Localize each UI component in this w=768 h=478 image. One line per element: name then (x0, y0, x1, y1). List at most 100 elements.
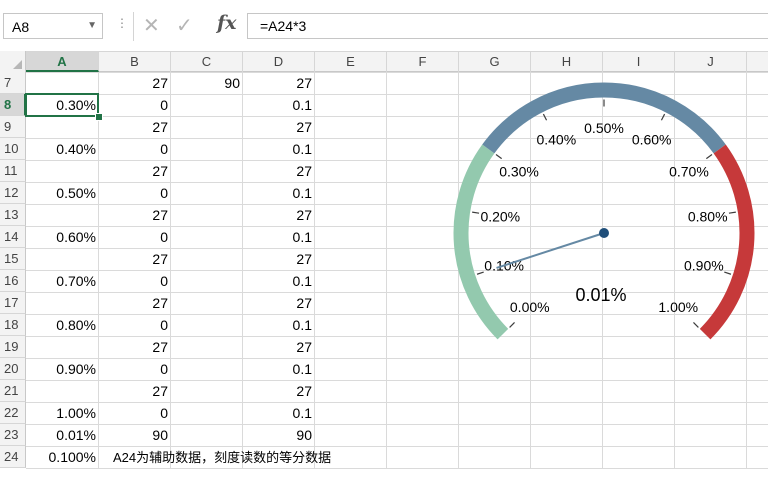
row-header-13[interactable]: 13 (0, 204, 26, 226)
cell-d11[interactable]: 27 (243, 160, 315, 182)
cell-b7[interactable]: 27 (99, 72, 171, 94)
gauge-tick-8 (728, 211, 736, 214)
cell-a16[interactable]: 0.70% (26, 270, 99, 292)
cell-d12[interactable]: 0.1 (243, 182, 315, 204)
row-header-24[interactable]: 24 (0, 446, 26, 468)
cell-d17[interactable]: 27 (243, 292, 315, 314)
cell-b16[interactable]: 0 (99, 270, 171, 292)
grid-line (386, 73, 387, 469)
cell-d13[interactable]: 27 (243, 204, 315, 226)
cell-a23[interactable]: 0.01% (26, 424, 99, 446)
row-header-15[interactable]: 15 (0, 248, 26, 270)
cell-b21[interactable]: 27 (99, 380, 171, 402)
column-header-g[interactable]: G (459, 52, 531, 72)
row-header-16[interactable]: 16 (0, 270, 26, 292)
row-header-17[interactable]: 17 (0, 292, 26, 314)
name-box[interactable]: A8 ▼ (3, 13, 103, 39)
cell-d22[interactable]: 0.1 (243, 402, 315, 424)
gauge-tick-label-8: 0.80% (688, 209, 728, 225)
column-header-c[interactable]: C (171, 52, 243, 72)
cancel-icon[interactable]: ✕ (143, 13, 160, 38)
gauge-band-1 (482, 82, 726, 154)
cell-a10[interactable]: 0.40% (26, 138, 99, 160)
column-header-e[interactable]: E (315, 52, 387, 72)
column-header-d[interactable]: D (243, 52, 315, 72)
gauge-tick-10 (693, 322, 699, 328)
cell-d20[interactable]: 0.1 (243, 358, 315, 380)
cell-d16[interactable]: 0.1 (243, 270, 315, 292)
row-header-18[interactable]: 18 (0, 314, 26, 336)
grid-line (746, 73, 747, 469)
cell-d19[interactable]: 27 (243, 336, 315, 358)
cell-b17[interactable]: 27 (99, 292, 171, 314)
cell-b15[interactable]: 27 (99, 248, 171, 270)
formula-input[interactable]: =A24*3 (247, 13, 768, 39)
divider (133, 12, 134, 41)
cell-b13[interactable]: 27 (99, 204, 171, 226)
cell-d23[interactable]: 90 (243, 424, 315, 446)
cell-c7[interactable]: 90 (171, 72, 243, 94)
gauge-tick-0 (509, 322, 515, 328)
cell-d9[interactable]: 27 (243, 116, 315, 138)
cell-b20[interactable]: 0 (99, 358, 171, 380)
cell-b12[interactable]: 0 (99, 182, 171, 204)
row-header-14[interactable]: 14 (0, 226, 26, 248)
row-header-21[interactable]: 21 (0, 380, 26, 402)
insert-function-icon[interactable]: fx (217, 12, 237, 34)
gauge-band-2 (699, 144, 755, 340)
column-header-bar: ABCDEFGHIJ (0, 51, 768, 72)
cell-a14[interactable]: 0.60% (26, 226, 99, 248)
gauge-tick-1 (476, 271, 484, 275)
cell-a22[interactable]: 1.00% (26, 402, 99, 424)
cell-b8[interactable]: 0 (99, 94, 171, 116)
cell-b9[interactable]: 27 (99, 116, 171, 138)
cell-b19[interactable]: 27 (99, 336, 171, 358)
cell-b14[interactable]: 0 (99, 226, 171, 248)
row-header-12[interactable]: 12 (0, 182, 26, 204)
cell-a18[interactable]: 0.80% (26, 314, 99, 336)
cell-d7[interactable]: 27 (243, 72, 315, 94)
column-header-b[interactable]: B (99, 52, 171, 72)
cell-d21[interactable]: 27 (243, 380, 315, 402)
grid-line (674, 73, 675, 469)
more-options-icon[interactable]: ⋮ (116, 16, 128, 30)
row-header-23[interactable]: 23 (0, 424, 26, 446)
gauge-tick-label-3: 0.30% (499, 163, 539, 179)
cell-d14[interactable]: 0.1 (243, 226, 315, 248)
row-header-20[interactable]: 20 (0, 358, 26, 380)
column-header-h[interactable]: H (531, 52, 603, 72)
cell-a20[interactable]: 0.90% (26, 358, 99, 380)
row-header-8[interactable]: 8 (0, 94, 26, 116)
column-header-i[interactable]: I (603, 52, 675, 72)
cell-b11[interactable]: 27 (99, 160, 171, 182)
chevron-down-icon[interactable]: ▼ (87, 20, 97, 31)
cell-d15[interactable]: 27 (243, 248, 315, 270)
fill-handle[interactable] (95, 113, 103, 121)
gauge-tick-2 (472, 211, 480, 214)
gauge-tick-3 (495, 154, 503, 160)
row-header-7[interactable]: 7 (0, 72, 26, 94)
column-header-f[interactable]: F (387, 52, 459, 72)
gauge-tick-label-5: 0.50% (584, 120, 624, 136)
enter-check-icon[interactable]: ✓ (176, 13, 193, 38)
column-header-j[interactable]: J (675, 52, 747, 72)
cell-b22[interactable]: 0 (99, 402, 171, 424)
gauge-tick-label-9: 0.90% (684, 257, 724, 273)
select-all-button[interactable] (0, 51, 26, 72)
row-header-10[interactable]: 10 (0, 138, 26, 160)
row-header-11[interactable]: 11 (0, 160, 26, 182)
cell-a24[interactable]: 0.100% (26, 446, 99, 468)
cell-d18[interactable]: 0.1 (243, 314, 315, 336)
row-header-9[interactable]: 9 (0, 116, 26, 138)
row-header-19[interactable]: 19 (0, 336, 26, 358)
grid-line (602, 73, 603, 469)
cell-b10[interactable]: 0 (99, 138, 171, 160)
cell-a12[interactable]: 0.50% (26, 182, 99, 204)
cell-d8[interactable]: 0.1 (243, 94, 315, 116)
row-header-22[interactable]: 22 (0, 402, 26, 424)
cell-d10[interactable]: 0.1 (243, 138, 315, 160)
cell-b18[interactable]: 0 (99, 314, 171, 336)
select-all-icon (13, 60, 22, 69)
cell-b23[interactable]: 90 (99, 424, 171, 446)
column-header-a[interactable]: A (26, 52, 99, 72)
